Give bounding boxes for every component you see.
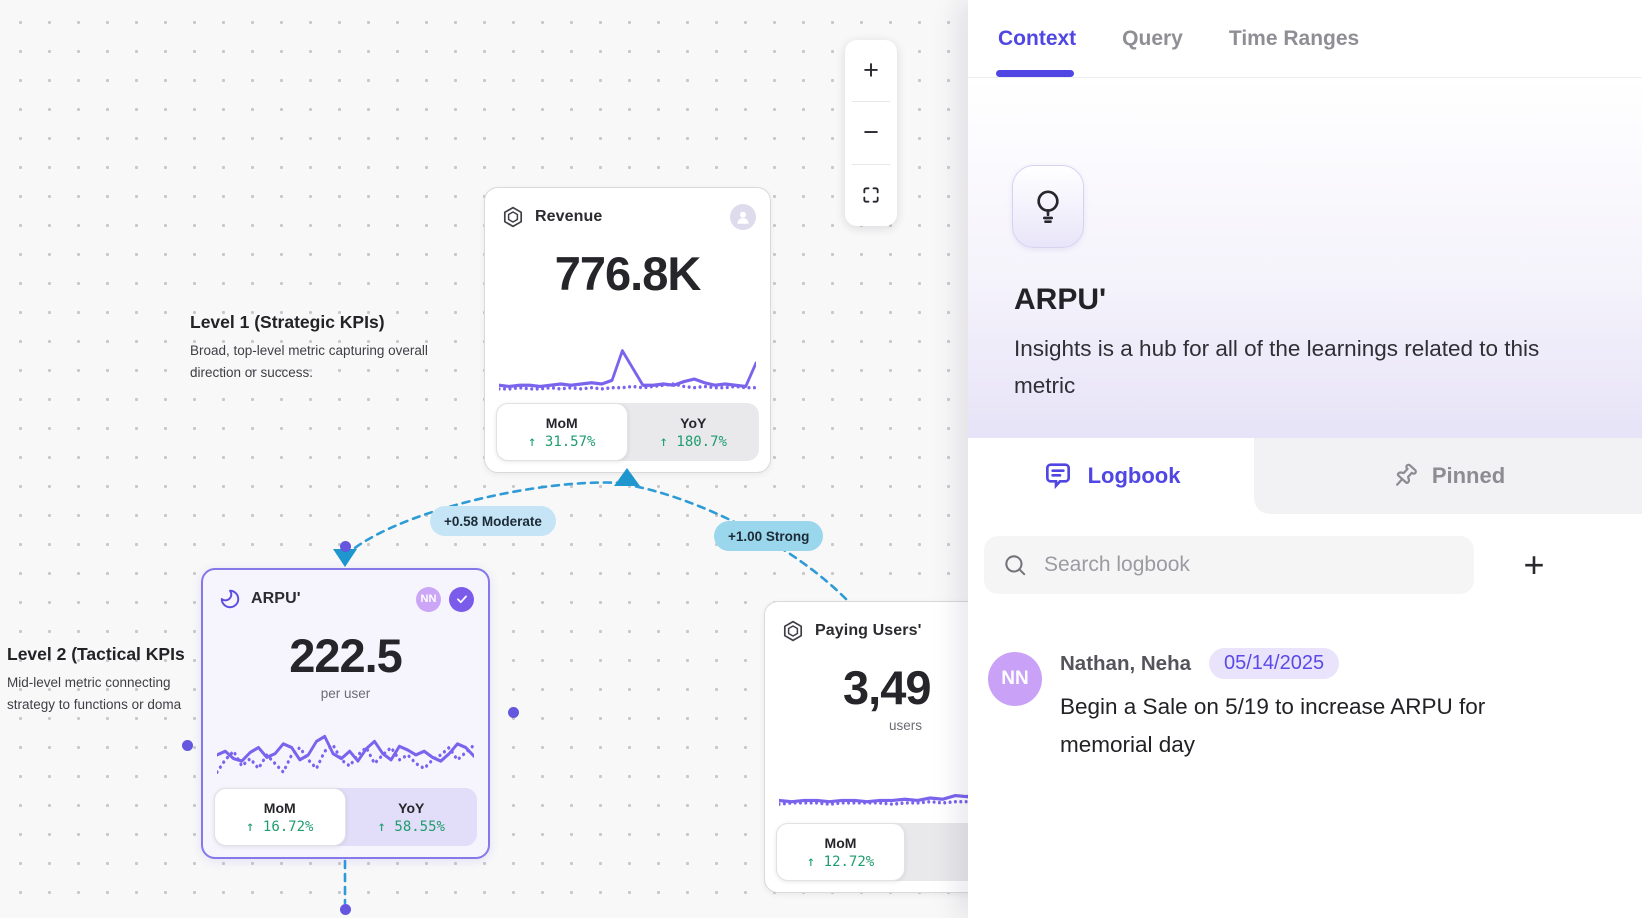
yoy-toggle[interactable]: YoY ↑ 58.55% (346, 788, 478, 846)
add-entry-button[interactable]: + (1508, 536, 1560, 594)
level2-annotation: Level 2 (Tactical KPIs Mid-level metric … (7, 644, 217, 716)
card-title: Paying Users' (815, 622, 922, 640)
moon-metric-icon (219, 588, 241, 610)
metric-value: 776.8K (485, 246, 770, 301)
pin-icon (1385, 456, 1425, 496)
tab-time-ranges[interactable]: Time Ranges (1229, 0, 1359, 77)
context-side-panel: Context Query Time Ranges ARPU' Insights… (968, 0, 1642, 918)
search-input[interactable] (1044, 553, 1424, 577)
level1-description: Broad, top-level metric capturing overal… (190, 340, 428, 384)
metric-card-revenue[interactable]: Revenue 776.8K MoM ↑ 31.57% YoY ↑ 180.7% (484, 187, 771, 473)
search-icon (1002, 552, 1028, 578)
zoom-out-button[interactable]: − (845, 102, 897, 163)
owner-avatar-icon (730, 204, 756, 230)
metric-tree-canvas[interactable]: +0.58 Moderate +1.00 Strong Level 1 (Str… (0, 0, 968, 918)
logbook-icon (1042, 460, 1074, 492)
entry-date-badge: 05/14/2025 (1209, 648, 1339, 679)
period-toggle: MoM ↑ 16.72% YoY ↑ 58.55% (214, 788, 477, 846)
connection-handle-arpu-bottom[interactable] (340, 904, 351, 915)
sparkline-chart (217, 718, 474, 782)
sparkline-chart (499, 336, 756, 400)
level1-title: Level 1 (Strategic KPIs) (190, 312, 440, 333)
active-tab-underline (996, 70, 1074, 77)
entry-note: Begin a Sale on 5/19 to increase ARPU fo… (1060, 688, 1540, 764)
hexagon-metric-icon (501, 205, 525, 229)
period-toggle: MoM ↑ 31.57% YoY ↑ 180.7% (496, 403, 759, 461)
subtab-logbook[interactable]: Logbook (968, 438, 1254, 514)
yoy-toggle[interactable]: YoY ↑ 180.7% (628, 403, 760, 461)
card-title: Revenue (535, 208, 602, 226)
entry-author: Nathan, Neha (1060, 652, 1191, 676)
panel-tab-bar: Context Query Time Ranges (968, 0, 1642, 78)
card-title: ARPU' (251, 590, 301, 608)
level2-title: Level 2 (Tactical KPIs (7, 644, 217, 665)
mom-toggle[interactable]: MoM ↑ 12.72% (776, 823, 905, 881)
metric-description: Insights is a hub for all of the learnin… (1014, 330, 1580, 404)
canvas-zoom-toolbar: + − (845, 40, 897, 226)
correlation-badge-moderate: +0.58 Moderate (430, 506, 556, 536)
fit-view-button[interactable] (845, 165, 897, 226)
hexagon-metric-icon (781, 619, 805, 643)
level2-description: Mid-level metric connecting strategy to … (7, 672, 217, 716)
entry-avatar: NN (988, 652, 1042, 706)
logbook-entry[interactable]: NN Nathan, Neha 05/14/2025 Begin a Sale … (988, 648, 1622, 764)
metric-hero-section: ARPU' Insights is a hub for all of the l… (968, 78, 1642, 438)
collaborator-avatar: NN (416, 587, 441, 612)
metric-name: ARPU' (1014, 283, 1106, 317)
correlation-badge-strong: +1.00 Strong (714, 521, 823, 551)
zoom-in-button[interactable]: + (845, 40, 897, 101)
logbook-search[interactable] (984, 536, 1474, 594)
app-window: +0.58 Moderate +1.00 Strong Level 1 (Str… (0, 0, 1642, 918)
connection-handle-arpu-right[interactable] (508, 707, 519, 718)
lightbulb-icon (1028, 185, 1068, 229)
metric-value: 222.5 (203, 628, 488, 683)
tab-query[interactable]: Query (1122, 0, 1183, 77)
fullscreen-icon (861, 185, 881, 205)
logbook-content: + NN Nathan, Neha 05/14/2025 Begin a Sal… (968, 514, 1642, 918)
level1-annotation: Level 1 (Strategic KPIs) Broad, top-leve… (190, 312, 440, 384)
mom-toggle[interactable]: MoM ↑ 31.57% (496, 403, 628, 461)
insights-tile (1012, 165, 1084, 248)
verified-check-icon (449, 587, 474, 612)
metric-card-arpu[interactable]: ARPU' NN 222.5 per user MoM ↑ 16.72% YoY (201, 568, 490, 859)
metric-unit: per user (203, 686, 488, 701)
logbook-pinned-tabs: Logbook Pinned (968, 438, 1642, 514)
subtab-pinned[interactable]: Pinned (1254, 438, 1642, 514)
connection-handle-arpu-left[interactable] (182, 740, 193, 751)
connection-handle-arpu-top[interactable] (340, 541, 351, 552)
mom-toggle[interactable]: MoM ↑ 16.72% (214, 788, 346, 846)
tab-context[interactable]: Context (998, 0, 1076, 77)
